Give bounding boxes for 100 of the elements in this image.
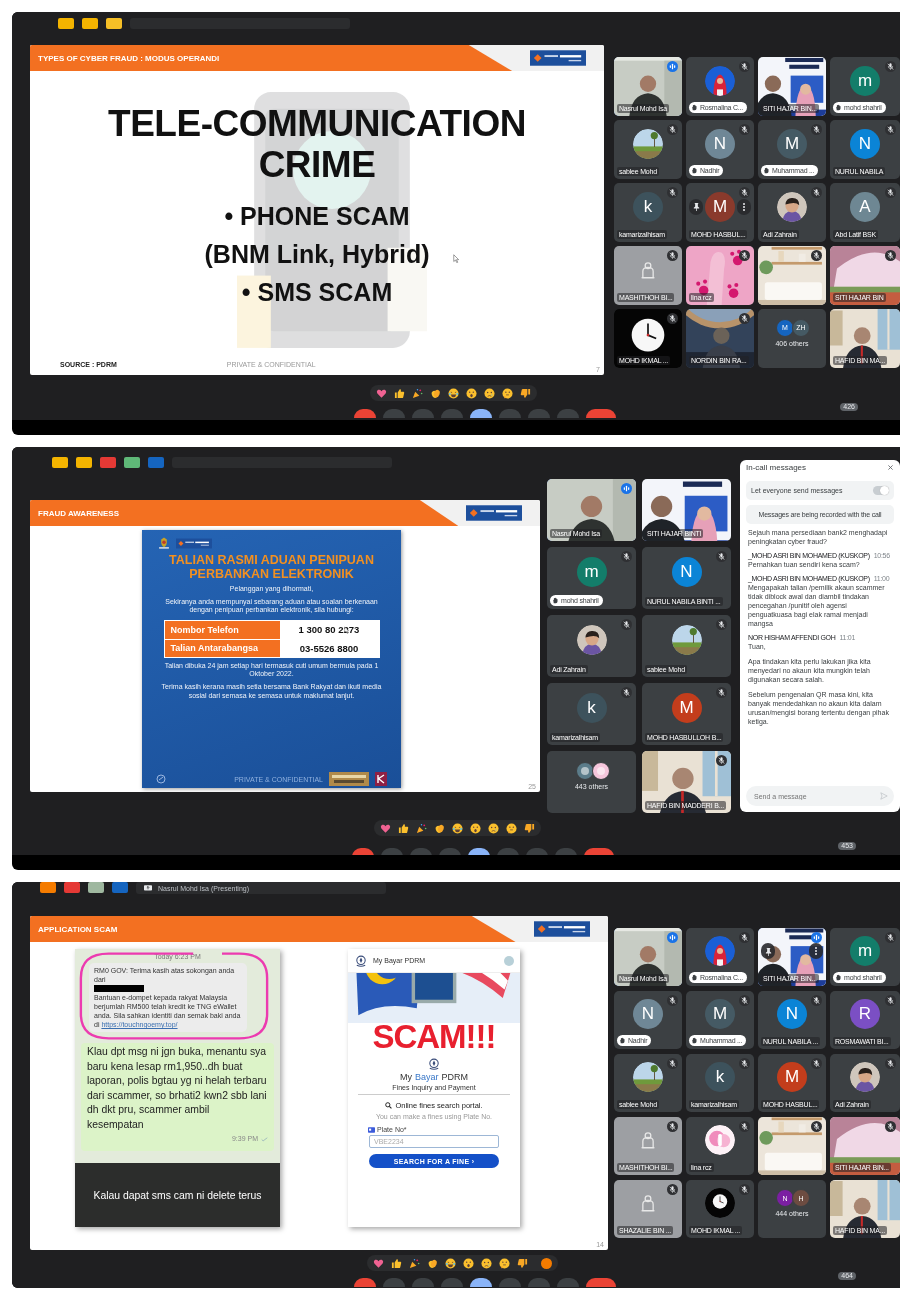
caption-text: Kalau dapat sms cam ni delete terus: [93, 1188, 262, 1203]
muted-icon: [739, 1121, 750, 1132]
badge-icon: [375, 772, 387, 786]
thinking-face-icon[interactable]: [499, 1257, 510, 1269]
thumbs-down-icon[interactable]: [524, 822, 535, 834]
raised-hand-icon: [552, 597, 559, 604]
avatar: m: [576, 557, 607, 587]
party-popper-icon[interactable]: [409, 1257, 420, 1269]
pin-button[interactable]: [689, 198, 703, 215]
speaking-icon: [667, 61, 678, 72]
participant-tile[interactable]: [758, 246, 826, 305]
muted-icon: [739, 250, 750, 261]
muted-icon: [739, 1184, 750, 1195]
muted-icon: [739, 124, 750, 135]
avatar: N: [705, 128, 735, 159]
raised-hand-icon: [835, 974, 842, 981]
logo-icon: [530, 50, 586, 66]
logo-icon: [534, 921, 590, 937]
muted-icon: [885, 124, 896, 135]
avatar-placeholder-icon: [639, 1131, 657, 1149]
cursor-icon: [344, 626, 349, 634]
banner-icon: [329, 772, 369, 786]
heart-icon[interactable]: [380, 822, 391, 834]
bullet-text: • PHONE SCAM: [224, 201, 410, 231]
muted-icon: [667, 313, 678, 324]
control-button[interactable]: [586, 1278, 616, 1287]
control-button[interactable]: [354, 409, 376, 418]
logo-icon: [176, 537, 212, 549]
heart-icon[interactable]: [376, 387, 387, 399]
thumbs-up-icon[interactable]: [398, 822, 409, 834]
avatar: A: [850, 191, 880, 222]
muted-icon: [621, 687, 632, 698]
brand-text: PDRM: [441, 1072, 468, 1082]
surprised-face-icon[interactable]: [470, 822, 481, 834]
muted-icon: [739, 187, 750, 198]
muted-icon: [667, 1184, 678, 1195]
close-icon[interactable]: [887, 464, 894, 471]
avatar: k: [705, 1062, 735, 1092]
avatar-placeholder-icon: [639, 260, 657, 279]
avatar: N: [671, 557, 702, 587]
more-button[interactable]: [737, 198, 751, 215]
muted-icon: [739, 313, 750, 324]
party-popper-icon[interactable]: [416, 822, 427, 834]
muted-icon: [667, 1058, 678, 1069]
raised-hand-icon: [691, 1037, 698, 1044]
control-button[interactable]: [352, 848, 374, 855]
laughing-face-icon[interactable]: [452, 822, 463, 834]
thinking-face-icon[interactable]: [506, 822, 517, 834]
table-cell: Talian Antarabangsa: [164, 639, 280, 657]
clapping-hands-icon[interactable]: [427, 1257, 438, 1269]
muted-icon: [739, 995, 750, 1006]
control-button[interactable]: [470, 409, 492, 418]
speaking-icon: [811, 932, 822, 943]
control-button[interactable]: [354, 1278, 376, 1287]
slide-heading: TYPES OF CYBER FRAUD : MODUS OPERANDI: [38, 53, 220, 63]
control-button[interactable]: [586, 409, 616, 418]
toggle-switch[interactable]: [873, 486, 889, 495]
pin-icon[interactable]: [691, 202, 701, 211]
emblem-icon: [156, 774, 166, 784]
avatar: M: [671, 693, 702, 723]
raised-hand-icon: [691, 167, 698, 174]
raised-hand-icon: [835, 104, 842, 111]
participant-tile[interactable]: [758, 1117, 826, 1175]
laughing-face-icon[interactable]: [448, 387, 459, 399]
muted-icon: [885, 250, 896, 261]
thumbs-down-icon[interactable]: [517, 1257, 528, 1269]
control-button[interactable]: [470, 1278, 492, 1287]
control-button[interactable]: [584, 848, 614, 855]
thumbs-up-icon[interactable]: [394, 387, 405, 399]
brand-text: My: [400, 1072, 412, 1082]
skin-tone-button[interactable]: [541, 1257, 552, 1269]
muted-icon: [716, 755, 727, 766]
clapping-hands-icon[interactable]: [430, 387, 441, 399]
control-button[interactable]: [468, 848, 490, 855]
more-icon[interactable]: [814, 946, 818, 956]
raised-hand-icon: [691, 104, 698, 111]
muted-icon: [739, 1058, 750, 1069]
crying-face-icon[interactable]: [481, 1257, 492, 1269]
surprised-face-icon[interactable]: [466, 387, 477, 399]
clapping-hands-icon[interactable]: [434, 822, 445, 834]
more-icon[interactable]: [742, 201, 746, 212]
cursor-icon: [453, 254, 459, 263]
muted-icon: [811, 1058, 822, 1069]
avatar: R: [850, 999, 880, 1029]
muted-icon: [621, 551, 632, 562]
thumbs-down-icon[interactable]: [520, 387, 531, 399]
thumbs-up-icon[interactable]: [391, 1257, 402, 1269]
muted-icon: [885, 1058, 896, 1069]
laughing-face-icon[interactable]: [445, 1257, 456, 1269]
heart-icon[interactable]: [373, 1257, 384, 1269]
panel-title: In-call messages: [746, 463, 807, 472]
avatar: M: [777, 128, 807, 159]
party-popper-icon[interactable]: [412, 387, 423, 399]
avatar: N: [633, 999, 663, 1029]
thinking-face-icon[interactable]: [502, 387, 513, 399]
avatar: k: [576, 693, 607, 723]
crying-face-icon[interactable]: [488, 822, 499, 834]
surprised-face-icon[interactable]: [463, 1257, 474, 1269]
message-text: Klau dpt msg ni jgn buka, menantu sya baru kena lesap rm1,950..dh buat laporan, polis bgtau yg ni helah terbaru dari scammer, so brhati2 kwn2 sbb lani dh dkt pru, scammer ambil kesempatan: [87, 1045, 268, 1132]
crying-face-icon[interactable]: [484, 387, 495, 399]
